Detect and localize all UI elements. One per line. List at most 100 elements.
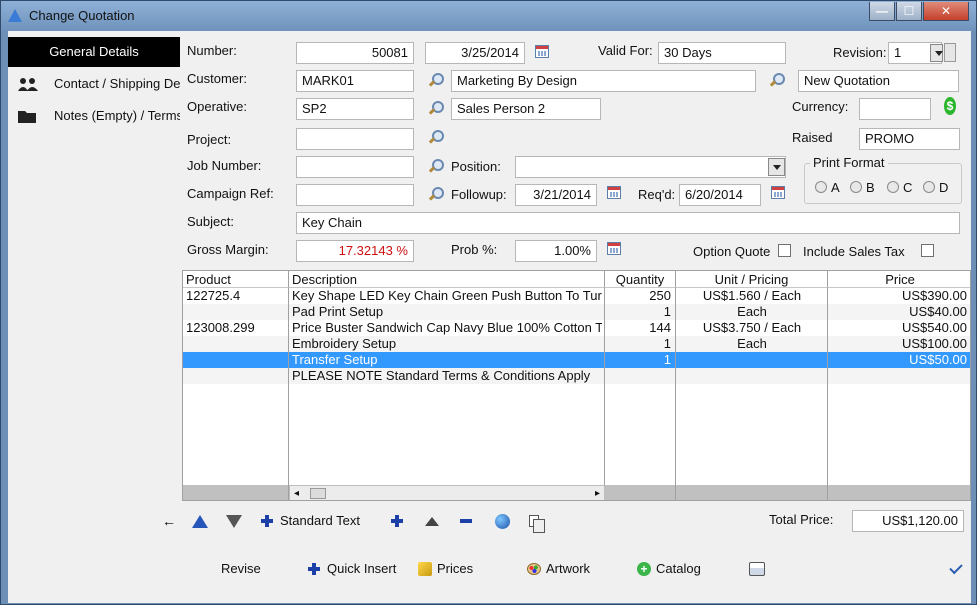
followup-date-field[interactable]: 3/21/2014 <box>515 184 597 206</box>
sidebar: General Details Contact / Shipping Detai… <box>8 31 180 603</box>
subject-label: Subject: <box>187 214 234 229</box>
scroll-left-icon[interactable]: ◂ <box>294 486 299 500</box>
footer-segment <box>183 485 289 500</box>
calendar-icon[interactable] <box>535 45 549 58</box>
maximize-button[interactable]: ☐ <box>896 2 922 21</box>
valid-for-field[interactable]: 30 Days <box>658 42 786 64</box>
change-quotation-window: Change Quotation — ☐ ✕ General Details C… <box>0 0 977 605</box>
customer-label: Customer: <box>187 71 247 86</box>
operative-lookup-search-icon[interactable] <box>428 101 444 115</box>
valid-for-label: Valid For: <box>598 43 653 58</box>
ok-checkmark-icon[interactable] <box>949 560 963 575</box>
operative-name-field[interactable]: Sales Person 2 <box>451 98 601 120</box>
folder-icon <box>18 111 36 123</box>
print-format-radio-a[interactable] <box>815 181 827 193</box>
quick-insert-plus-icon <box>308 563 320 575</box>
project-lookup-search-icon[interactable] <box>428 130 444 144</box>
footer-segment <box>605 485 676 500</box>
revision-label: Revision: <box>833 45 887 60</box>
project-field[interactable] <box>296 128 414 150</box>
customer-lookup-search-icon[interactable] <box>428 73 444 87</box>
followup-label: Followup: <box>451 187 507 202</box>
column-divider <box>605 288 676 485</box>
total-price-label: Total Price: <box>769 512 834 527</box>
remove-line-icon[interactable] <box>460 519 472 523</box>
subject-field[interactable]: Key Chain <box>296 212 960 234</box>
option-quote-checkbox[interactable] <box>778 244 791 257</box>
position-select[interactable] <box>515 156 786 178</box>
close-button[interactable]: ✕ <box>923 2 969 21</box>
quick-insert-button[interactable]: Quick Insert <box>327 558 396 580</box>
copy-icon[interactable] <box>529 515 545 533</box>
column-header-quantity[interactable]: Quantity <box>605 271 676 288</box>
reqd-calendar-icon[interactable] <box>771 186 785 199</box>
column-header-unit-pricing[interactable]: Unit / Pricing <box>676 271 828 288</box>
prices-button[interactable]: Prices <box>437 558 473 580</box>
number-field[interactable]: 50081 <box>296 42 414 64</box>
scrollbar-thumb[interactable] <box>310 488 326 499</box>
reqd-date-field[interactable]: 6/20/2014 <box>679 184 761 206</box>
artwork-button[interactable]: Artwork <box>546 558 590 580</box>
printer-icon[interactable] <box>749 562 765 576</box>
move-down-icon[interactable] <box>226 515 242 528</box>
gross-margin-field: 17.32143 % <box>296 240 414 262</box>
operative-label: Operative: <box>187 99 247 114</box>
currency-field[interactable] <box>859 98 931 120</box>
triangle-icon[interactable] <box>425 517 439 526</box>
print-format-radio-d[interactable] <box>923 181 935 193</box>
catalog-add-icon: + <box>637 562 651 576</box>
revision-spinner[interactable] <box>944 43 956 62</box>
dollar-icon[interactable]: $ <box>944 97 956 115</box>
dialog-client: General Details Contact / Shipping Detai… <box>8 31 971 603</box>
column-header-price[interactable]: Price <box>828 271 970 288</box>
include-sales-tax-checkbox[interactable] <box>921 244 934 257</box>
operative-code-field[interactable]: SP2 <box>296 98 414 120</box>
chevron-down-icon[interactable] <box>768 158 785 176</box>
footer-segment <box>676 485 828 500</box>
total-price-field: US$1,120.00 <box>852 510 964 532</box>
quote-lines-table: Product Description Quantity Unit / Pric… <box>182 270 971 501</box>
customer-code-field[interactable]: MARK01 <box>296 70 414 92</box>
status-lookup-search-icon[interactable] <box>769 73 785 87</box>
followup-calendar-icon[interactable] <box>607 186 621 199</box>
sidebar-item-contact-shipping[interactable]: Contact / Shipping Details <box>8 69 180 99</box>
customer-name-field[interactable]: Marketing By Design <box>451 70 756 92</box>
campaign-lookup-search-icon[interactable] <box>428 187 444 201</box>
scroll-right-icon[interactable]: ▸ <box>595 486 600 500</box>
raised-label: Raised <box>792 130 833 145</box>
calculator-icon[interactable] <box>607 242 621 255</box>
campaign-ref-field[interactable] <box>296 184 414 206</box>
revision-dropdown-button[interactable] <box>930 44 943 62</box>
quote-status-field[interactable]: New Quotation <box>798 70 959 92</box>
print-format-option-label: C <box>903 180 913 195</box>
print-format-radio-b[interactable] <box>850 181 862 193</box>
currency-label: Currency: <box>792 99 849 114</box>
cell-price: US$50.00 <box>909 352 967 367</box>
job-number-label: Job Number: <box>187 158 262 173</box>
globe-icon[interactable] <box>495 514 510 529</box>
reqd-label: Req'd: <box>638 187 676 202</box>
move-up-icon[interactable] <box>192 515 208 528</box>
description-horizontal-scrollbar[interactable]: ◂ ▸ <box>289 485 605 500</box>
job-number-field[interactable] <box>296 156 414 178</box>
print-format-radio-c[interactable] <box>887 181 899 193</box>
column-header-product[interactable]: Product <box>183 271 289 288</box>
minimize-button[interactable]: — <box>869 2 895 21</box>
add-standard-text-icon[interactable] <box>261 515 273 527</box>
prices-gold-icon <box>418 562 432 576</box>
back-arrow-icon[interactable]: ← <box>162 513 176 529</box>
add-line-icon[interactable] <box>391 515 403 527</box>
catalog-button[interactable]: Catalog <box>656 558 701 580</box>
revise-button[interactable]: Revise <box>221 558 261 580</box>
sidebar-item-general-details[interactable]: General Details <box>8 37 180 67</box>
job-lookup-search-icon[interactable] <box>428 159 444 173</box>
standard-text-button[interactable]: Standard Text <box>280 510 360 532</box>
prob-field[interactable]: 1.00% <box>515 240 597 262</box>
sidebar-item-label: General Details <box>49 44 139 59</box>
sidebar-item-notes-terms[interactable]: Notes (Empty) / Terms <box>8 101 180 131</box>
quote-date-field[interactable]: 3/25/2014 <box>425 42 525 64</box>
raised-field[interactable]: PROMO <box>859 128 960 150</box>
title-bar[interactable]: Change Quotation — ☐ ✕ <box>1 1 976 31</box>
column-header-description[interactable]: Description <box>289 271 605 288</box>
prob-label: Prob %: <box>451 242 498 257</box>
